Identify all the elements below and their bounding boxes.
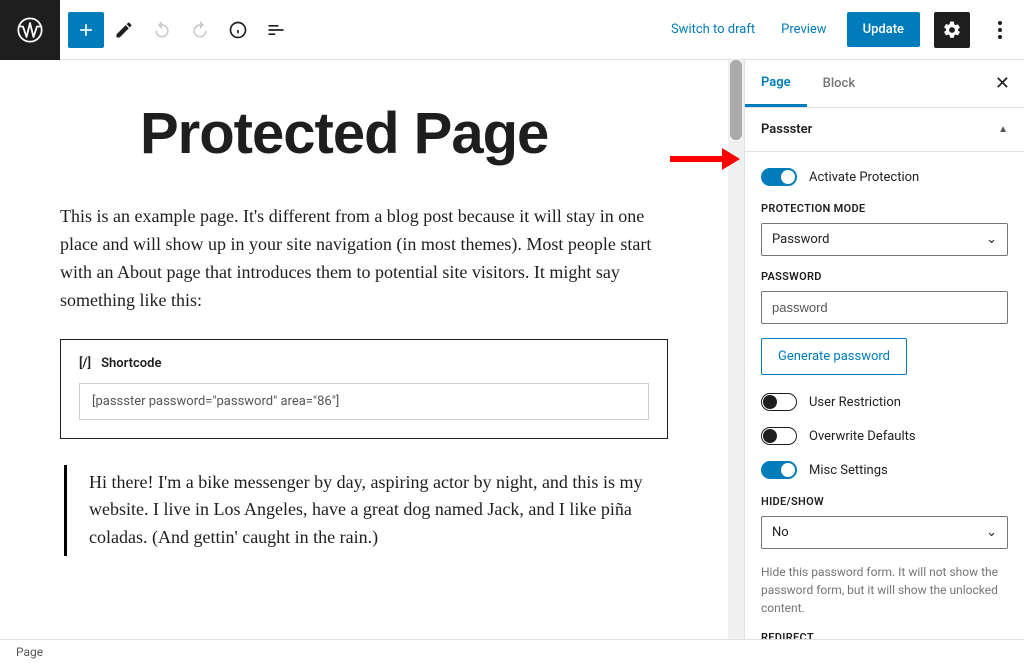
chevron-down-icon: ⌄ [986, 232, 997, 247]
settings-sidebar: Page Block ✕ Passster ▲ Activate Protect… [744, 60, 1024, 639]
user-restriction-label: User Restriction [809, 395, 901, 410]
canvas-wrapper: Protected Page This is an example page. … [0, 60, 744, 639]
hide-show-help: Hide this password form. It will not sho… [761, 563, 1008, 617]
shortcode-block[interactable]: [/] Shortcode [60, 339, 668, 439]
overwrite-defaults-row: Overwrite Defaults [761, 427, 1008, 445]
protection-mode-label: PROTECTION MODE [761, 202, 1008, 215]
tab-block[interactable]: Block [807, 60, 871, 107]
toolbar-left [60, 12, 294, 48]
close-sidebar-button[interactable]: ✕ [981, 60, 1024, 107]
misc-settings-toggle[interactable] [761, 461, 797, 479]
shortcode-icon: [/] [79, 356, 91, 371]
edit-mode-button[interactable] [106, 12, 142, 48]
overwrite-defaults-toggle[interactable] [761, 427, 797, 445]
update-button[interactable]: Update [847, 12, 920, 47]
more-menu-button[interactable] [984, 12, 1016, 48]
settings-button[interactable] [934, 12, 970, 48]
quote-text[interactable]: Hi there! I'm a bike messenger by day, a… [89, 469, 668, 553]
toolbar-right: Switch to draft Preview Update [665, 12, 1024, 48]
add-block-button[interactable] [68, 12, 104, 48]
sidebar-tabs: Page Block ✕ [745, 60, 1024, 108]
protection-mode-value: Password [772, 232, 829, 247]
top-toolbar: Switch to draft Preview Update [0, 0, 1024, 60]
misc-settings-row: Misc Settings [761, 461, 1008, 479]
protection-mode-select[interactable]: Password ⌄ [761, 223, 1008, 256]
canvas-scrollbar[interactable] [728, 60, 744, 639]
shortcode-input[interactable] [79, 383, 649, 420]
misc-settings-label: Misc Settings [809, 463, 888, 478]
page-title[interactable]: Protected Page [140, 100, 668, 167]
quote-block[interactable]: Hi there! I'm a bike messenger by day, a… [64, 465, 668, 557]
shortcode-header: [/] Shortcode [79, 356, 649, 371]
activate-protection-label: Activate Protection [809, 170, 919, 185]
chevron-down-icon: ⌄ [986, 525, 997, 540]
overwrite-defaults-label: Overwrite Defaults [809, 429, 916, 444]
hide-show-value: No [772, 525, 789, 540]
chevron-up-icon: ▲ [998, 124, 1008, 135]
hide-show-select[interactable]: No ⌄ [761, 516, 1008, 549]
passster-panel-body: Activate Protection PROTECTION MODE Pass… [745, 151, 1024, 639]
switch-to-draft-button[interactable]: Switch to draft [665, 14, 761, 45]
outline-button[interactable] [258, 12, 294, 48]
activate-protection-toggle[interactable] [761, 168, 797, 186]
password-label: PASSWORD [761, 270, 1008, 283]
undo-button[interactable] [144, 12, 180, 48]
scrollbar-thumb[interactable] [730, 60, 742, 140]
editor-layout: Protected Page This is an example page. … [0, 60, 1024, 639]
redirect-label: REDIRECT [761, 631, 1008, 639]
shortcode-label: Shortcode [101, 356, 161, 371]
breadcrumb[interactable]: Page [16, 645, 43, 659]
user-restriction-toggle[interactable] [761, 393, 797, 411]
redo-button[interactable] [182, 12, 218, 48]
passster-panel-header[interactable]: Passster ▲ [745, 108, 1024, 151]
password-input[interactable] [761, 291, 1008, 324]
info-button[interactable] [220, 12, 256, 48]
editor-canvas[interactable]: Protected Page This is an example page. … [0, 60, 728, 639]
tab-page[interactable]: Page [745, 60, 807, 107]
status-bar: Page [0, 639, 1024, 663]
preview-button[interactable]: Preview [775, 14, 832, 45]
activate-protection-row: Activate Protection [761, 168, 1008, 186]
user-restriction-row: User Restriction [761, 393, 1008, 411]
hide-show-label: HIDE/SHOW [761, 495, 1008, 508]
passster-title: Passster [761, 122, 812, 137]
generate-password-button[interactable]: Generate password [761, 338, 907, 375]
paragraph-block[interactable]: This is an example page. It's different … [60, 203, 668, 315]
wordpress-logo[interactable] [0, 0, 60, 60]
